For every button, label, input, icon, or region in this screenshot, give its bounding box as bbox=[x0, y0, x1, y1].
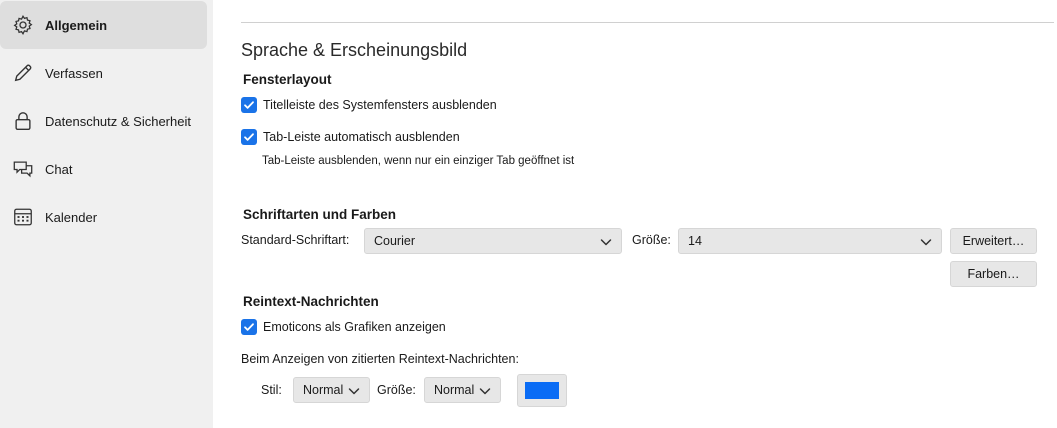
font-size-value: 14 bbox=[688, 234, 702, 248]
quote-size-label: Größe: bbox=[377, 383, 416, 397]
hide-titlebar-checkbox-row[interactable]: Titelleiste des Systemfensters ausblende… bbox=[241, 97, 497, 113]
pencil-icon bbox=[12, 62, 34, 84]
sidebar-item-verfassen[interactable]: Verfassen bbox=[0, 49, 207, 97]
emoticons-checkbox-row[interactable]: Emoticons als Grafiken anzeigen bbox=[241, 319, 446, 335]
checkmark-icon bbox=[244, 133, 254, 141]
main-panel: Sprache & Erscheinungsbild Fensterlayout… bbox=[213, 0, 1057, 428]
font-size-label: Größe: bbox=[632, 233, 671, 247]
sidebar-item-label: Datenschutz & Sicherheit bbox=[45, 113, 191, 129]
quote-color-swatch bbox=[525, 382, 559, 399]
section-heading-window-layout: Fensterlayout bbox=[243, 72, 332, 87]
sidebar-item-label: Allgemein bbox=[45, 17, 108, 33]
divider bbox=[241, 22, 1054, 23]
lock-icon bbox=[12, 110, 34, 132]
autohide-tabbar-label: Tab-Leiste automatisch ausblenden bbox=[263, 130, 460, 144]
chevron-down-icon bbox=[348, 388, 360, 395]
chevron-down-icon bbox=[600, 239, 612, 246]
section-heading-fonts-colors: Schriftarten und Farben bbox=[243, 207, 397, 222]
default-font-value: Courier bbox=[374, 234, 415, 248]
hide-titlebar-label: Titelleiste des Systemfensters ausblende… bbox=[263, 98, 497, 112]
sidebar-item-datenschutz[interactable]: Datenschutz & Sicherheit bbox=[0, 97, 207, 145]
default-font-label: Standard-Schriftart: bbox=[241, 233, 350, 247]
checkmark-icon bbox=[244, 101, 254, 109]
autohide-tabbar-checkbox-row[interactable]: Tab-Leiste automatisch ausblenden bbox=[241, 129, 460, 145]
quote-size-select[interactable]: Normal bbox=[424, 377, 501, 403]
quote-size-value: Normal bbox=[434, 383, 475, 397]
emoticons-label: Emoticons als Grafiken anzeigen bbox=[263, 320, 446, 334]
sidebar-item-label: Chat bbox=[45, 161, 73, 177]
section-heading-plaintext: Reintext-Nachrichten bbox=[243, 294, 379, 309]
font-size-select[interactable]: 14 bbox=[678, 228, 942, 254]
sidebar-item-label: Verfassen bbox=[45, 65, 103, 81]
sidebar-item-kalender[interactable]: Kalender bbox=[0, 193, 207, 241]
autohide-tabbar-note: Tab-Leiste ausblenden, wenn nur ein einz… bbox=[262, 155, 575, 167]
page-title: Sprache & Erscheinungsbild bbox=[241, 40, 468, 60]
quoted-plaintext-label: Beim Anzeigen von zitierten Reintext-Nac… bbox=[241, 352, 519, 366]
sidebar-item-label: Kalender bbox=[45, 209, 98, 225]
sidebar-item-allgemein[interactable]: Allgemein bbox=[0, 1, 207, 49]
quote-style-value: Normal bbox=[303, 383, 344, 397]
hide-titlebar-checkbox[interactable] bbox=[241, 97, 257, 113]
sidebar-item-chat[interactable]: Chat bbox=[0, 145, 207, 193]
sidebar: Allgemein Verfassen Datenschutz & Sicher… bbox=[0, 0, 213, 428]
calendar-icon bbox=[12, 206, 34, 228]
chat-bubbles-icon bbox=[12, 158, 34, 180]
chevron-down-icon bbox=[920, 239, 932, 246]
quote-style-select[interactable]: Normal bbox=[293, 377, 370, 403]
autohide-tabbar-checkbox[interactable] bbox=[241, 129, 257, 145]
checkmark-icon bbox=[244, 323, 254, 331]
advanced-fonts-button[interactable]: Erweitert… bbox=[950, 228, 1037, 254]
chevron-down-icon bbox=[479, 388, 491, 395]
quote-style-label: Stil: bbox=[261, 383, 282, 397]
default-font-select[interactable]: Courier bbox=[364, 228, 622, 254]
quote-color-picker[interactable] bbox=[517, 374, 567, 407]
emoticons-checkbox[interactable] bbox=[241, 319, 257, 335]
gear-icon bbox=[12, 14, 34, 36]
colors-button[interactable]: Farben… bbox=[950, 261, 1037, 287]
